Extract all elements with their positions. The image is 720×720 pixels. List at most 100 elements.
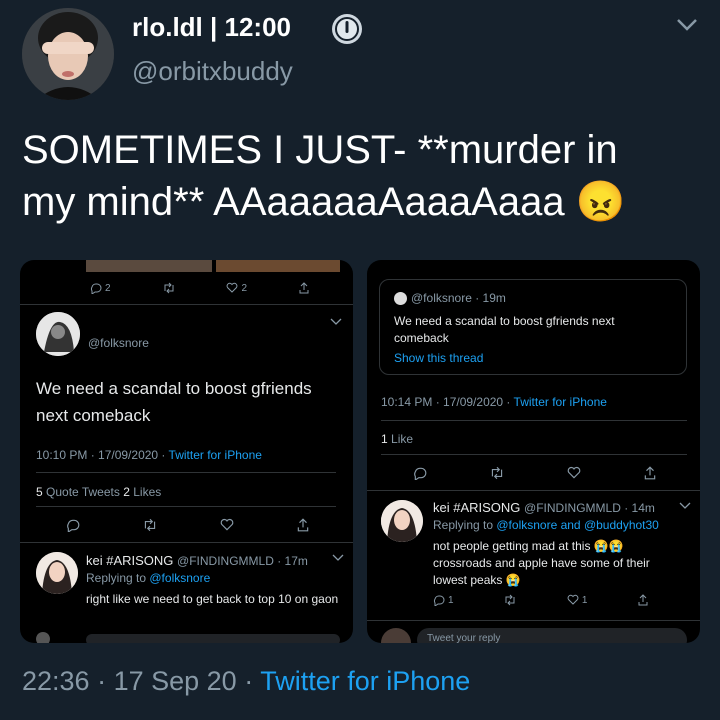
action-bar (413, 466, 657, 480)
share-icon (297, 518, 309, 532)
share-button[interactable] (637, 594, 649, 606)
replying-to-link[interactable]: @folksnore (149, 571, 210, 585)
avatar (381, 628, 411, 643)
replying-to-link[interactable]: @folksnore and @buddyhot30 (496, 518, 658, 532)
reply-button[interactable]: 1 (433, 594, 454, 606)
tweet-time[interactable]: 22:36 (22, 666, 90, 696)
reply-icon (67, 519, 80, 532)
reply-button[interactable] (66, 518, 80, 532)
retweet-icon (505, 594, 515, 606)
avatar (394, 291, 407, 305)
likes-label: Like (391, 432, 414, 446)
avatar[interactable] (381, 500, 423, 542)
action-bar: 2 2 (90, 282, 310, 294)
retweet-button[interactable] (503, 594, 517, 606)
reply-author-name[interactable]: kei #ARISONG (433, 500, 520, 515)
like-button[interactable] (567, 466, 581, 480)
reply-text: right like we need to get back to top 10… (86, 592, 339, 606)
timestamp-text: 10:14 PM · 17/09/2020 · (381, 395, 514, 409)
action-bar (66, 518, 310, 532)
chevron-down-icon[interactable] (679, 502, 691, 510)
angry-face-emoji: 😠 (575, 180, 626, 224)
show-thread-link[interactable]: Show this thread (394, 351, 483, 365)
chevron-down-icon[interactable] (332, 554, 344, 562)
avatar (36, 632, 50, 643)
likes-label: Likes (133, 485, 162, 499)
tweet-footer: 22:36 · 17 Sep 20 · Twitter for iPhone (22, 666, 471, 696)
reply-button[interactable] (413, 466, 427, 480)
tweet-text-line-2: my mind** AAaaaaaAaaaAaaa (22, 180, 565, 224)
like-count: 1 (581, 594, 588, 606)
tweet-timestamp: 10:10 PM · 17/09/2020 · Twitter for iPho… (36, 448, 262, 462)
tweet-date[interactable]: 17 Sep 20 (114, 666, 237, 696)
attached-image-left[interactable]: 2 2 @folksnore We need a scandal to boos… (20, 260, 353, 643)
user-handle[interactable]: @orbitxbuddy (132, 56, 293, 87)
likes-count: 2 (123, 485, 130, 499)
reply-icon (90, 283, 102, 294)
source-link[interactable]: Twitter for iPhone (169, 448, 262, 462)
compose-reply-field[interactable]: Tweet your reply (417, 628, 687, 643)
avatar[interactable] (36, 312, 80, 356)
share-icon (644, 466, 656, 480)
retweet-icon (144, 518, 156, 532)
heart-icon (227, 282, 238, 293)
reply-header: kei #ARISONG @FINDINGMMLD · 17m (86, 553, 308, 568)
replying-prefix: Replying to (86, 571, 150, 585)
clock-icon (332, 14, 362, 44)
like-count: 2 (241, 282, 248, 294)
reply-handle-time: @FINDINGMMLD · 17m (177, 554, 308, 568)
heart-icon (567, 466, 581, 479)
retweet-icon (164, 282, 174, 294)
share-button[interactable] (296, 518, 310, 532)
share-button[interactable] (298, 282, 310, 294)
reply-count: 2 (105, 282, 111, 294)
compose-reply-field[interactable] (86, 634, 340, 643)
tweet-text: SOMETIMES I JUST- **murder in my mind** … (22, 124, 702, 228)
quote-label: Quote Tweets (46, 485, 120, 499)
avatar[interactable] (22, 8, 114, 100)
engagement-stats[interactable]: 1 Like (381, 432, 413, 446)
retweet-button[interactable] (489, 466, 505, 480)
cropped-photo (216, 260, 340, 272)
source-link[interactable]: Twitter for iPhone (514, 395, 607, 409)
quoted-tweet-text: We need a scandal to boost gfriends next… (394, 314, 615, 345)
tweet-timestamp: 10:14 PM · 17/09/2020 · Twitter for iPho… (381, 395, 607, 409)
retweet-button[interactable] (142, 518, 158, 532)
share-button[interactable] (643, 466, 657, 480)
quoted-author-handle[interactable]: @folksnore (88, 336, 149, 350)
display-name[interactable]: rlo.ldl | 12:00 (132, 12, 291, 43)
cropped-photo (86, 260, 212, 272)
likes-count: 1 (381, 432, 388, 446)
reply-author-name[interactable]: kei #ARISONG (86, 553, 173, 568)
chevron-down-icon[interactable] (676, 18, 698, 32)
avatar[interactable] (36, 552, 78, 594)
like-button[interactable] (220, 518, 234, 532)
like-button[interactable]: 2 (226, 282, 247, 294)
reply-header: kei #ARISONG @FINDINGMMLD · 14m (433, 500, 655, 515)
share-icon (638, 594, 648, 606)
heart-icon (220, 518, 234, 531)
reply-icon (414, 467, 427, 480)
retweet-button[interactable] (162, 282, 176, 294)
quoted-tweet-text: We need a scandal to boost gfriends next… (36, 379, 312, 425)
tweet-text-line: my mind** AAaaaaaAaaaAaaa 😠 (22, 176, 702, 228)
engagement-stats[interactable]: 5 Quote Tweets 2 Likes (36, 485, 161, 499)
attached-image-right[interactable]: @folksnore · 19m We need a scandal to bo… (367, 260, 700, 643)
quoted-author-handle[interactable]: @folksnore · 19m (411, 291, 506, 305)
retweet-icon (491, 466, 503, 480)
quote-count: 5 (36, 485, 43, 499)
tweet-text-line: SOMETIMES I JUST- **murder in (22, 128, 618, 172)
source-link[interactable]: Twitter for iPhone (260, 666, 470, 696)
quoted-tweet-card[interactable]: @folksnore · 19m We need a scandal to bo… (379, 279, 687, 375)
replying-prefix: Replying to (433, 518, 497, 532)
share-icon (299, 282, 309, 294)
reply-button[interactable]: 2 (90, 282, 111, 294)
like-button[interactable]: 1 (567, 594, 588, 606)
replying-to: Replying to @folksnore and @buddyhot30 (433, 518, 659, 532)
timestamp-text: 10:10 PM · 17/09/2020 · (36, 448, 169, 462)
compose-placeholder: Tweet your reply (427, 633, 501, 643)
reply-text: not people getting mad at this 😭😭 crossr… (433, 539, 650, 587)
reply-icon (433, 595, 445, 606)
chevron-down-icon[interactable] (330, 318, 342, 326)
reply-count: 1 (448, 594, 454, 606)
